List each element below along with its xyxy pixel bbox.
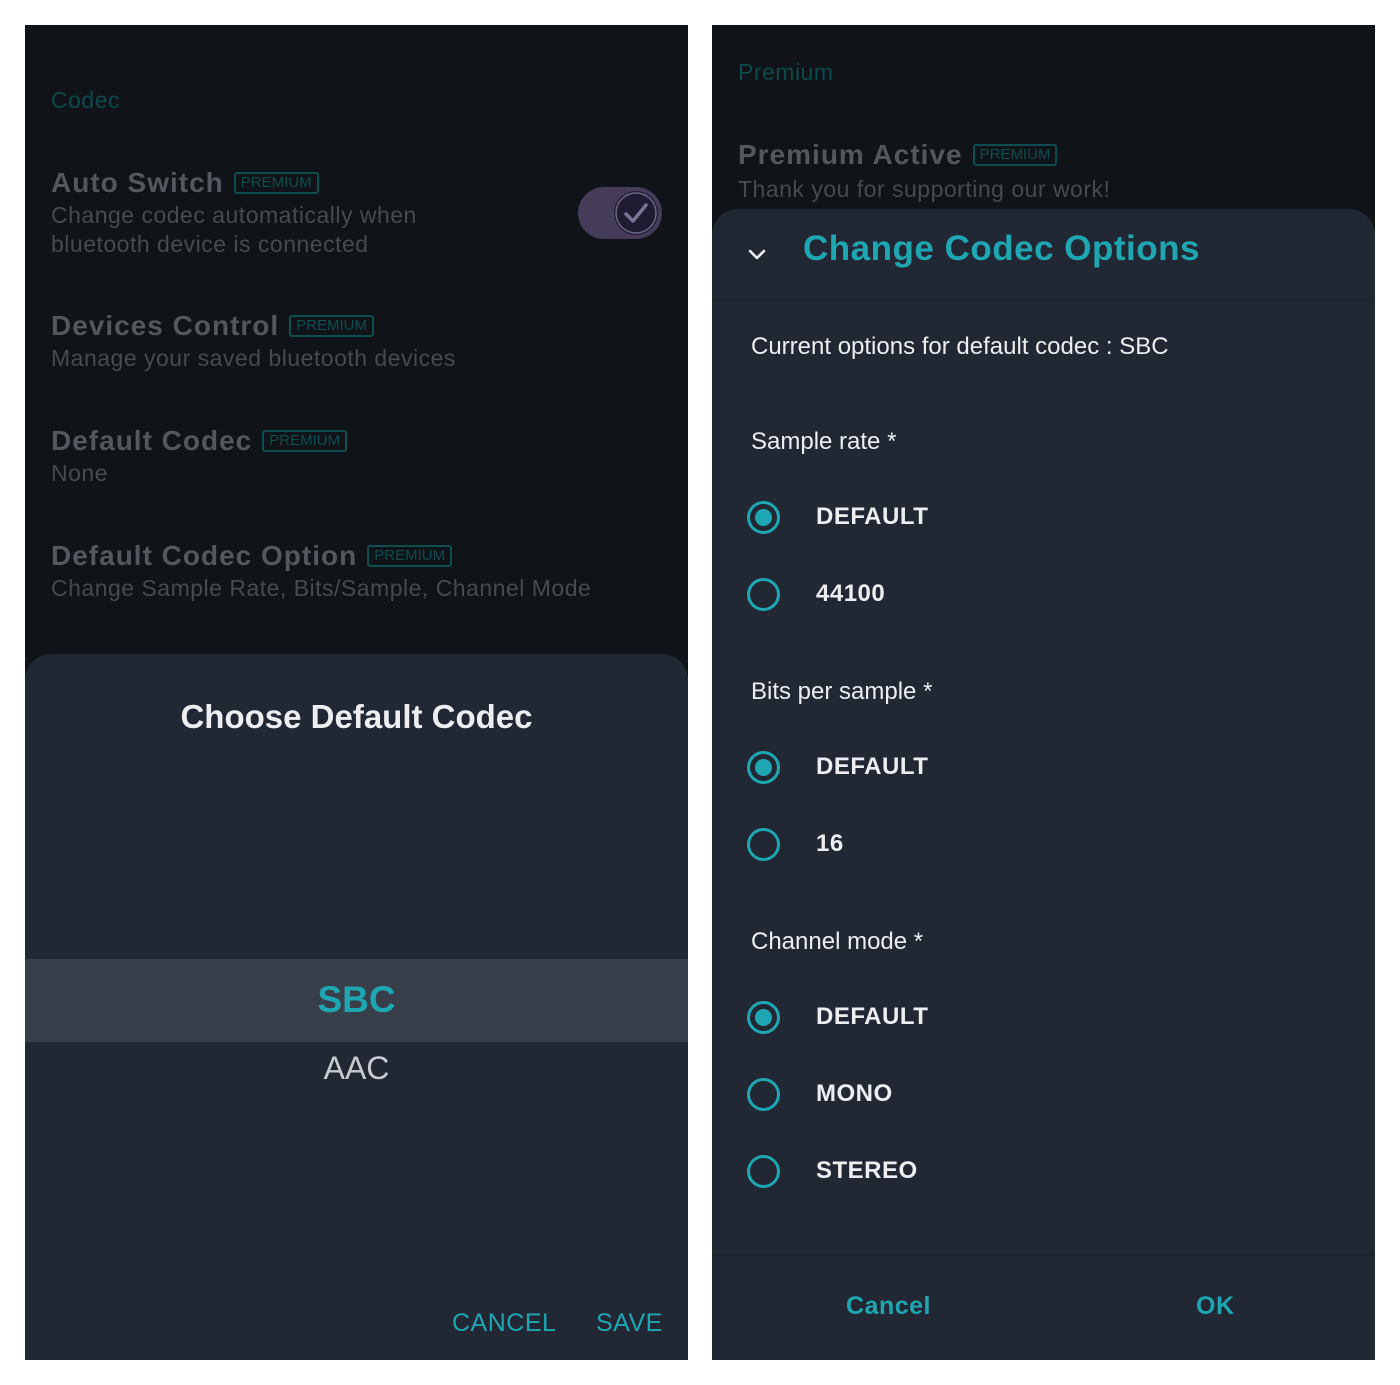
choose-codec-sheet: Choose Default Codec SBC AAC CANCEL SAVE	[25, 654, 688, 1360]
chevron-down-icon[interactable]	[746, 243, 768, 265]
section-header-codec: Codec	[51, 87, 120, 113]
section-header-premium: Premium	[738, 59, 834, 85]
radio-label: MONO	[816, 1080, 893, 1107]
bits-option-16[interactable]: 16	[747, 826, 1347, 866]
dialog-title: Change Codec Options	[803, 229, 1200, 268]
pref-devices-control-title[interactable]: Devices Control PREMIUM	[51, 310, 375, 342]
picker-option-aac[interactable]: AAC	[25, 1050, 688, 1087]
pref-title-text: Auto Switch	[51, 167, 224, 198]
bits-per-sample-label: Bits per sample *	[751, 678, 933, 705]
pref-default-codec-subtitle: None	[51, 460, 108, 486]
radio-label: DEFAULT	[816, 1003, 929, 1030]
radio-label: 16	[816, 830, 844, 857]
premium-badge: PREMIUM	[367, 544, 453, 567]
cancel-button[interactable]: CANCEL	[452, 1309, 556, 1338]
radio-unselected[interactable]	[747, 828, 780, 861]
radio-unselected[interactable]	[747, 1155, 780, 1188]
pref-default-codec-option-title[interactable]: Default Codec Option PREMIUM	[51, 540, 453, 572]
dialog-header: Change Codec Options	[712, 209, 1375, 300]
sample-rate-label: Sample rate *	[751, 428, 897, 455]
dialog-ok-button[interactable]: OK	[1196, 1292, 1235, 1321]
premium-badge: PREMIUM	[289, 314, 375, 337]
channel-option-mono[interactable]: MONO	[747, 1076, 1347, 1116]
dialog-footer: Cancel OK	[712, 1255, 1375, 1360]
codec-options-screen: Premium Premium Active PREMIUM Thank you …	[712, 25, 1375, 1360]
channel-option-default[interactable]: DEFAULT	[747, 999, 1347, 1039]
pref-default-codec-title[interactable]: Default Codec PREMIUM	[51, 425, 348, 457]
pref-title-text: Devices Control	[51, 310, 280, 341]
save-button[interactable]: SAVE	[596, 1309, 663, 1338]
radio-unselected[interactable]	[747, 578, 780, 611]
radio-unselected[interactable]	[747, 1078, 780, 1111]
picker-selected-row[interactable]: SBC	[25, 959, 688, 1042]
pref-title-text: Default Codec	[51, 425, 253, 456]
premium-badge: PREMIUM	[972, 143, 1058, 166]
auto-switch-toggle[interactable]	[578, 187, 662, 239]
picker-option-sbc: SBC	[317, 979, 396, 1020]
sample-rate-option-44100[interactable]: 44100	[747, 576, 1347, 616]
checkmark-icon	[615, 192, 657, 234]
change-codec-options-dialog: Change Codec Options Current options for…	[712, 209, 1375, 1360]
dialog-cancel-button[interactable]: Cancel	[846, 1292, 931, 1321]
premium-title-text: Premium Active	[738, 139, 963, 170]
channel-option-stereo[interactable]: STEREO	[747, 1153, 1347, 1193]
premium-subtitle: Thank you for supporting our work!	[738, 176, 1111, 202]
pref-devices-control-subtitle: Manage your saved bluetooth devices	[51, 345, 456, 371]
radio-selected[interactable]	[747, 501, 780, 534]
current-options-text: Current options for default codec : SBC	[751, 333, 1169, 360]
radio-label: DEFAULT	[816, 753, 929, 780]
default-codec-screen: Codec Auto Switch PREMIUM Change codec au…	[25, 25, 688, 1360]
premium-active-title: Premium Active PREMIUM	[738, 139, 1058, 171]
pref-auto-switch-title[interactable]: Auto Switch PREMIUM	[51, 167, 319, 199]
pref-title-text: Default Codec Option	[51, 540, 358, 571]
toggle-thumb	[614, 191, 658, 235]
premium-badge: PREMIUM	[262, 429, 348, 452]
radio-label: DEFAULT	[816, 503, 929, 530]
pref-auto-switch-subtitle: Change codec automatically when bluetoot…	[51, 202, 417, 257]
radio-label: 44100	[816, 580, 886, 607]
channel-mode-label: Channel mode *	[751, 928, 924, 955]
radio-label: STEREO	[816, 1157, 918, 1184]
premium-badge: PREMIUM	[233, 171, 319, 194]
sheet-title: Choose Default Codec	[180, 698, 533, 735]
radio-selected[interactable]	[747, 751, 780, 784]
pref-default-codec-option-subtitle: Change Sample Rate, Bits/Sample, Channel…	[51, 575, 592, 601]
radio-selected[interactable]	[747, 1001, 780, 1034]
sample-rate-option-default[interactable]: DEFAULT	[747, 499, 1347, 539]
bits-option-default[interactable]: DEFAULT	[747, 749, 1347, 789]
